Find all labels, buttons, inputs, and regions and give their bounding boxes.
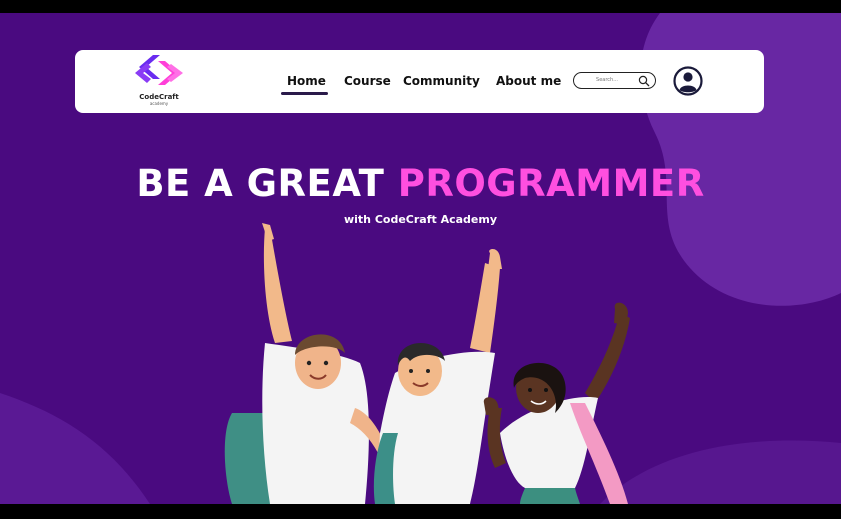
student-middle <box>373 249 502 504</box>
students-illustration <box>224 223 630 504</box>
landing-page: CodeCraft academy Home Course Community … <box>0 13 841 504</box>
student-right <box>483 302 630 504</box>
student-left <box>224 223 385 504</box>
